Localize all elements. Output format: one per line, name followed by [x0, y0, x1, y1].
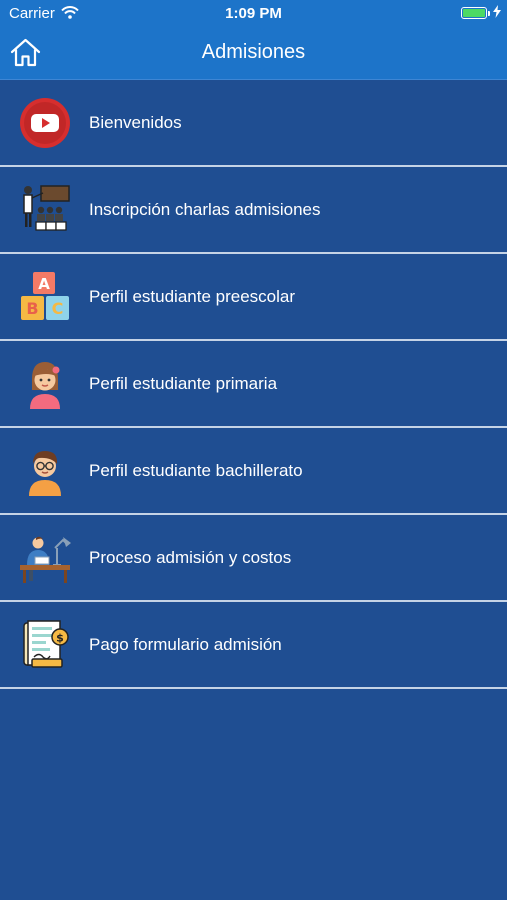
battery-icon [461, 7, 487, 19]
menu-item-label: Bienvenidos [89, 113, 182, 132]
svg-text:$: $ [56, 632, 64, 645]
menu-item-label: Perfil estudiante bachillerato [89, 461, 303, 480]
abc-blocks-icon: A B C [19, 271, 71, 323]
payment-form-icon: $ [19, 619, 71, 671]
desk-study-icon [19, 532, 71, 584]
menu-item-label: Pago formulario admisión [89, 635, 282, 654]
svg-text:B: B [26, 299, 38, 318]
menu-item-label: Inscripción charlas admisiones [89, 200, 321, 219]
menu-item-label: Proceso admisión y costos [89, 548, 292, 567]
menu-item-bienvenidos[interactable]: Bienvenidos [0, 80, 507, 167]
page-title: Admisiones [201, 41, 306, 63]
boy-student-icon [19, 445, 71, 497]
svg-text:A: A [38, 275, 50, 293]
menu-item-inscripcion-charlas[interactable]: Inscripción charlas admisiones [0, 167, 507, 254]
youtube-play-icon [19, 97, 71, 149]
presentation-audience-icon [19, 184, 71, 236]
menu-item-label: Perfil estudiante primaria [89, 374, 278, 393]
navigation-bar: Admisiones [0, 28, 507, 80]
status-bar: Carrier 1:09 PM [0, 0, 507, 28]
girl-student-icon [19, 358, 71, 410]
svg-text:C: C [52, 299, 64, 318]
admissions-menu-list: Bienvenidos Inscripción charlas admision… [0, 80, 507, 689]
menu-item-label: Perfil estudiante preescolar [89, 287, 296, 306]
menu-item-proceso-admision[interactable]: Proceso admisión y costos [0, 515, 507, 602]
menu-item-perfil-bachillerato[interactable]: Perfil estudiante bachillerato [0, 428, 507, 515]
clock: 1:09 PM [225, 5, 282, 22]
menu-item-perfil-preescolar[interactable]: A B C Perfil estudiante preescolar [0, 254, 507, 341]
menu-item-pago-formulario[interactable]: $ Pago formulario admisión [0, 602, 507, 689]
menu-item-perfil-primaria[interactable]: Perfil estudiante primaria [0, 341, 507, 428]
charging-bolt-icon [493, 5, 501, 22]
